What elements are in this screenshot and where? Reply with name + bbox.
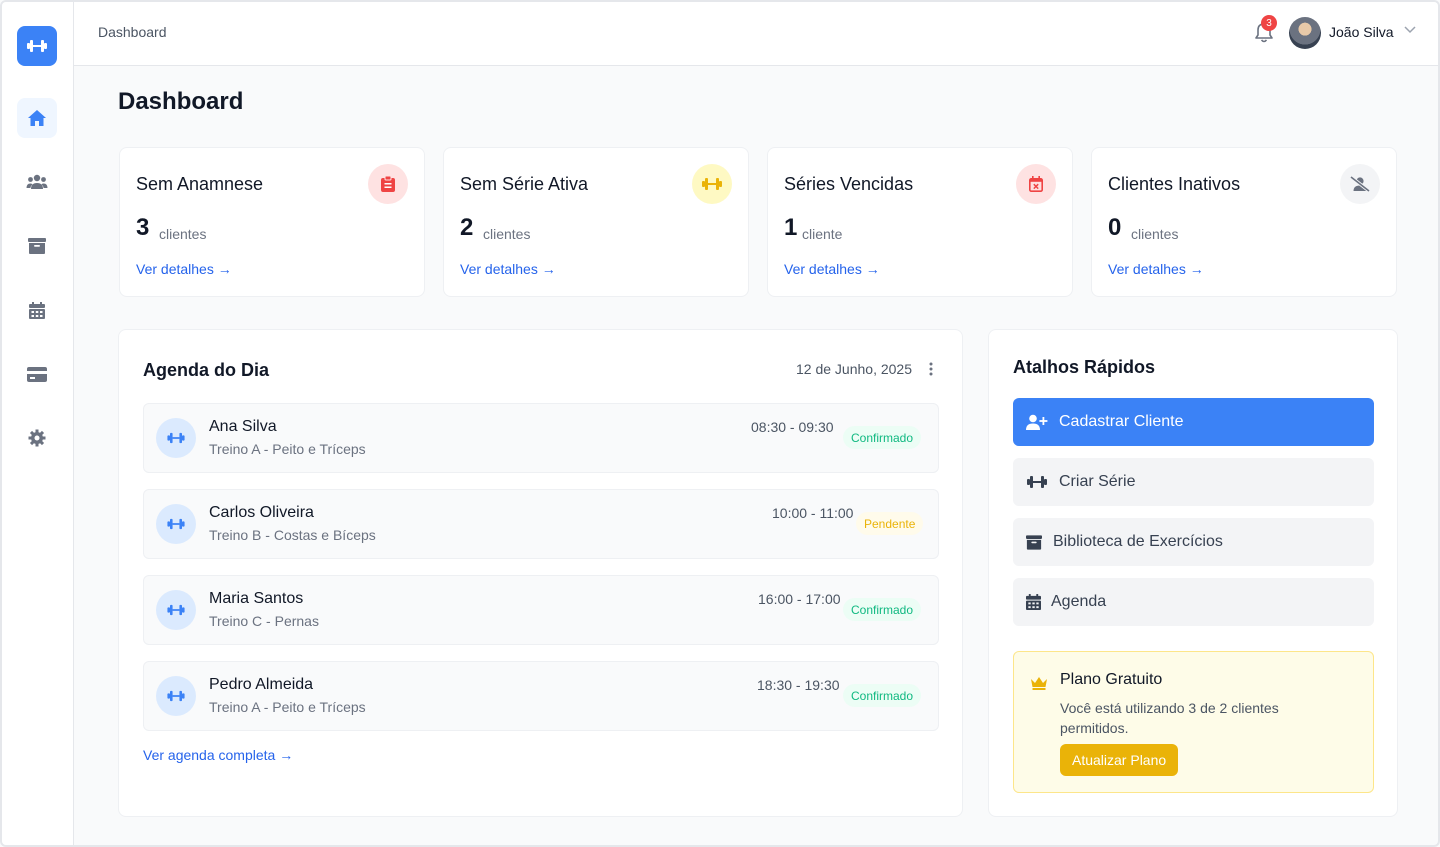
appointment-time: 08:30 - 09:30	[751, 419, 834, 435]
sidebar-item-home[interactable]	[17, 98, 57, 138]
status-badge: Confirmado	[843, 684, 922, 707]
dumbbell-icon	[156, 418, 196, 458]
agenda-date: 12 de Junho, 2025	[796, 361, 912, 377]
archive-icon	[28, 238, 46, 254]
sidebar-item-payments[interactable]	[17, 354, 57, 394]
stat-card-no-active-series: Sem Série Ativa 2 clientes Ver detalhes …	[443, 147, 749, 297]
shortcuts-panel: Atalhos Rápidos Cadastrar Cliente Criar …	[988, 329, 1398, 817]
stat-unit: clientes	[159, 226, 207, 242]
sidebar-item-calendar[interactable]	[17, 290, 57, 330]
stat-value: 3	[136, 214, 150, 241]
exercise-library-label: Biblioteca de Exercícios	[1053, 533, 1223, 550]
details-link[interactable]: Ver detalhes →	[460, 261, 556, 277]
calendar-icon	[29, 301, 45, 319]
details-link[interactable]: Ver detalhes →	[1108, 261, 1204, 277]
agenda-panel: Agenda do Dia 12 de Junho, 2025 Ana Silv…	[118, 329, 963, 817]
stat-card-inactive-clients: Clientes Inativos 0 clientes Ver detalhe…	[1091, 147, 1397, 297]
dumbbell-icon	[27, 40, 47, 52]
stat-unit: clientes	[483, 226, 531, 242]
list-item[interactable]: Maria Santos Treino C - Pernas 16:00 - 1…	[143, 575, 939, 645]
app-window: Dashboard 3 João Silva Dashboard Sem Ana…	[0, 0, 1440, 847]
breadcrumb: Dashboard	[98, 24, 167, 40]
topbar: Dashboard 3 João Silva	[74, 2, 1438, 66]
users-icon	[26, 174, 48, 189]
sidebar-item-clients[interactable]	[17, 162, 57, 202]
calendar-icon	[1025, 590, 1041, 614]
stat-title: Sem Série Ativa	[460, 174, 589, 194]
appointment-time: 10:00 - 11:00	[772, 505, 854, 521]
agenda-button[interactable]: Agenda	[1013, 578, 1374, 626]
stat-title: Séries Vencidas	[784, 174, 914, 194]
notification-badge: 3	[1261, 15, 1277, 31]
stat-unit: clientes	[1131, 226, 1179, 242]
list-item[interactable]: Ana Silva Treino A - Peito e Tríceps 08:…	[143, 403, 939, 473]
sidebar	[2, 2, 74, 845]
status-badge: Confirmado	[843, 426, 922, 449]
stat-value: 0	[1108, 214, 1122, 241]
dumbbell-icon	[156, 504, 196, 544]
agenda-title: Agenda do Dia	[143, 360, 270, 380]
home-icon	[28, 110, 46, 126]
shortcuts-title: Atalhos Rápidos	[1013, 357, 1156, 377]
workout-name: Treino C - Pernas	[209, 613, 319, 629]
app-logo[interactable]	[17, 26, 57, 66]
client-name: Pedro Almeida	[209, 676, 314, 693]
chevron-down-icon[interactable]	[1404, 26, 1416, 34]
status-badge: Confirmado	[843, 598, 922, 621]
list-item[interactable]: Carlos Oliveira Treino B - Costas e Bíce…	[143, 489, 939, 559]
full-agenda-link[interactable]: Ver agenda completa →	[143, 747, 293, 763]
add-client-label: Cadastrar Cliente	[1059, 413, 1184, 430]
stat-value: 1	[784, 214, 798, 241]
exercise-library-button[interactable]: Biblioteca de Exercícios	[1013, 518, 1374, 566]
details-link[interactable]: Ver detalhes →	[784, 261, 880, 277]
more-options-icon[interactable]	[929, 362, 933, 376]
client-name: Carlos Oliveira	[209, 504, 314, 521]
dumbbell-icon	[156, 676, 196, 716]
archive-icon	[1025, 530, 1043, 554]
upgrade-plan-button[interactable]: Atualizar Plano	[1060, 744, 1179, 776]
clipboard-icon	[368, 164, 408, 204]
status-badge: Pendente	[856, 512, 924, 535]
create-series-label: Criar Série	[1059, 473, 1136, 490]
plan-title: Plano Gratuito	[1060, 671, 1163, 688]
stat-value: 2	[460, 214, 474, 241]
appointment-time: 16:00 - 17:00	[758, 591, 841, 607]
sidebar-item-settings[interactable]	[17, 418, 57, 458]
details-link[interactable]: Ver detalhes →	[136, 261, 232, 277]
user-name[interactable]: João Silva	[1329, 24, 1394, 40]
list-item[interactable]: Pedro Almeida Treino A - Peito e Tríceps…	[143, 661, 939, 731]
gear-icon	[28, 429, 46, 447]
add-client-button[interactable]: Cadastrar Cliente	[1013, 398, 1374, 446]
workout-name: Treino A - Peito e Tríceps	[209, 441, 366, 457]
crown-icon	[1031, 677, 1047, 690]
dumbbell-icon	[1025, 470, 1049, 494]
user-slash-icon	[1340, 164, 1380, 204]
workout-name: Treino A - Peito e Tríceps	[209, 699, 366, 715]
calendar-x-icon	[1016, 164, 1056, 204]
workout-name: Treino B - Costas e Bíceps	[209, 527, 376, 543]
appointment-time: 18:30 - 19:30	[757, 677, 840, 693]
credit-card-icon	[27, 366, 47, 382]
client-name: Maria Santos	[209, 590, 304, 607]
stat-unit: cliente	[802, 226, 843, 242]
user-plus-icon	[1025, 410, 1049, 434]
avatar[interactable]	[1289, 17, 1321, 49]
agenda-label: Agenda	[1051, 593, 1107, 610]
plan-box: Plano Gratuito Você está utilizando 3 de…	[1013, 651, 1374, 793]
stat-card-expired-series: Séries Vencidas 1 cliente Ver detalhes →	[767, 147, 1073, 297]
dumbbell-icon	[156, 590, 196, 630]
sidebar-item-library[interactable]	[17, 226, 57, 266]
stat-title: Sem Anamnese	[136, 174, 264, 194]
dumbbell-icon	[692, 164, 732, 204]
stat-title: Clientes Inativos	[1108, 174, 1241, 194]
stat-card-no-anamnesis: Sem Anamnese 3 clientes Ver detalhes →	[119, 147, 425, 297]
page-title: Dashboard	[118, 88, 244, 115]
plan-description: Você está utilizando 3 de 2 clientes per…	[1060, 700, 1279, 736]
client-name: Ana Silva	[209, 418, 277, 435]
create-series-button[interactable]: Criar Série	[1013, 458, 1374, 506]
